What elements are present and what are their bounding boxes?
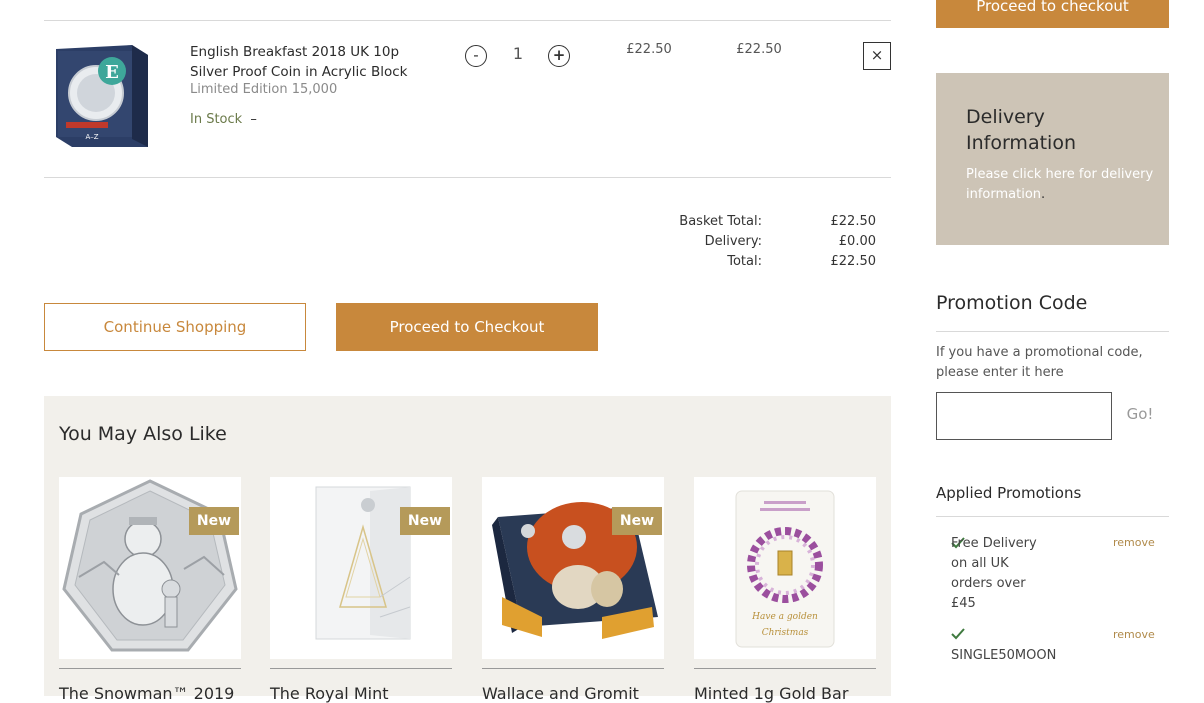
proceed-to-checkout-button[interactable]: Proceed to Checkout [336, 303, 598, 351]
recommendation-name[interactable]: The Snowman™ 2019 [59, 684, 234, 703]
delivery-text-after: . [1041, 187, 1046, 202]
top-proceed-to-checkout-button[interactable]: Proceed to checkout [936, 0, 1169, 28]
applied-promotions-divider [936, 516, 1169, 517]
christmas-card-image [315, 486, 411, 640]
card-divider [482, 668, 664, 669]
line-total: £22.50 [736, 42, 782, 57]
delivery-information-title: Delivery Information [966, 106, 1076, 154]
promotion-code-input[interactable] [936, 392, 1112, 440]
card-divider [270, 668, 452, 669]
new-badge: New [612, 507, 662, 535]
check-icon [951, 628, 965, 640]
stock-status-suffix: – [250, 112, 257, 127]
basket-total-label: Basket Total: [679, 214, 762, 229]
product-title[interactable]: English Breakfast 2018 UK 10p Silver Pro… [190, 42, 440, 82]
continue-shopping-button[interactable]: Continue Shopping [44, 303, 306, 351]
delivery-label: Delivery: [704, 234, 762, 249]
basket-top-divider [44, 20, 891, 21]
delivery-text-before: Please click here for [966, 167, 1097, 182]
stock-status: In Stock – [190, 112, 257, 127]
card-divider [694, 668, 876, 669]
new-badge: New [189, 507, 239, 535]
delivery-value: £0.00 [838, 234, 876, 249]
applied-promotions-title: Applied Promotions [936, 484, 1082, 502]
stock-status-label: In Stock [190, 112, 243, 127]
delivery-information-box [936, 73, 1169, 245]
recommendation-name[interactable]: Wallace and Gromit [482, 684, 639, 703]
recommendations-title: You May Also Like [59, 423, 227, 445]
recommendation-name[interactable]: The Royal Mint [270, 684, 389, 703]
unit-price: £22.50 [626, 42, 672, 57]
recommendation-card-royal-mint[interactable]: New [270, 477, 452, 659]
gold-card-line-2: Christmas [762, 628, 809, 638]
remove-promotion-link[interactable]: remove [1113, 536, 1155, 549]
promotion-divider [936, 331, 1169, 332]
recommendation-card-gold-bar[interactable]: Have a golden Christmas [694, 477, 876, 659]
card-divider [59, 668, 241, 669]
new-badge: New [400, 507, 450, 535]
total-value: £22.50 [830, 254, 877, 269]
thumb-footer: A–Z [85, 133, 98, 141]
decrease-quantity-button[interactable]: - [465, 45, 487, 67]
applied-promotion-text: SINGLE50MOON [951, 648, 1057, 663]
product-edition: Limited Edition 15,000 [190, 82, 338, 97]
applied-promotion-text: Free Delivery on all UK orders over £45 [951, 536, 1037, 611]
increase-quantity-button[interactable]: + [548, 45, 570, 67]
gold-card-line-1: Have a golden [751, 612, 818, 622]
remove-item-button[interactable]: × [863, 42, 891, 70]
recommendation-card-wallace-gromit[interactable]: New [482, 477, 664, 659]
coin-pack-image: E A–Z [56, 45, 148, 147]
remove-promotion-link[interactable]: remove [1113, 628, 1155, 641]
recommendation-name[interactable]: Minted 1g Gold Bar [694, 684, 848, 703]
promotion-go-button[interactable]: Go! [1120, 405, 1160, 423]
product-thumbnail[interactable]: E A–Z [52, 43, 150, 149]
basket-total-value: £22.50 [830, 214, 877, 229]
recommendation-card-snowman[interactable]: New [59, 477, 241, 659]
gold-bar-card-image: Have a golden Christmas [735, 490, 835, 648]
wallace-gromit-pack-image [492, 502, 658, 639]
promotion-code-title: Promotion Code [936, 292, 1088, 314]
basket-bottom-divider [44, 177, 891, 178]
snowman-coin-image [62, 479, 238, 652]
delivery-information-text: Please click here for delivery informati… [966, 165, 1156, 205]
promotion-help-text: If you have a promotional code, please e… [936, 345, 1143, 380]
total-label: Total: [727, 254, 762, 269]
thumb-letter: E [105, 62, 119, 83]
quantity-value: 1 [512, 44, 524, 63]
